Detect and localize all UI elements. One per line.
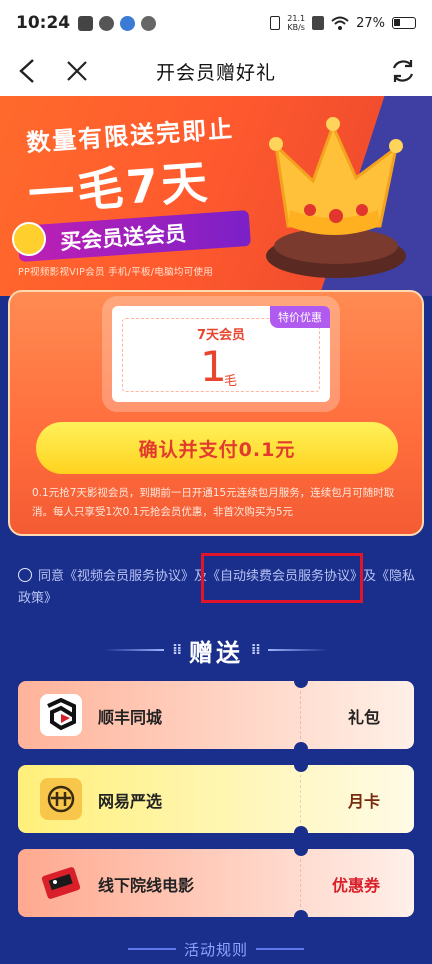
crown-icon [266,117,406,278]
gift-card-sf[interactable]: 顺丰同城 礼包 [18,674,414,756]
vibrate-icon [270,16,281,30]
rules-line-right [256,948,304,950]
close-button[interactable] [60,54,94,88]
card-perforation [300,691,301,739]
gift-name: 顺丰同城 [98,708,163,727]
confirm-pay-button[interactable]: 确认并支付0.1元 [36,422,398,474]
close-icon [67,61,87,81]
status-time: 10:24 [16,13,71,33]
back-button[interactable] [10,54,44,88]
refresh-button[interactable] [386,54,420,88]
rules-label: 活动规则 [183,940,248,959]
offer-unit: 毛 [224,374,238,389]
offer-name: 7天会员 [196,328,246,343]
highlight-box [201,553,363,603]
gift-name: 网易严选 [98,792,163,811]
heading-line-left [104,649,165,651]
banner-note: PP视频影视VIP会员 手机/平板/电脑均可使用 [18,267,214,278]
heading-bars-right-icon: ⁞⁞ [251,642,261,658]
chat-icon [141,15,157,31]
sim-icon [312,16,325,30]
app-icon [120,15,136,31]
offer-panel: 特价优惠 7天会员 1 毛 确认并支付0.1元 0.1元抢7天影视会员，到期前一… [8,290,424,536]
back-arrow-icon [19,59,34,83]
sf-logo-icon [40,694,82,736]
card-notch [294,674,308,688]
promo-banner: 数量有限送完即止 一毛7天 买会员送会员 PP视频影视VIP会员 手机/平板/电… [0,96,432,296]
card-notch [294,910,308,924]
heading-line-right [267,649,328,651]
gift-heading-text: 赠送 [189,638,243,667]
rules-line-left [127,948,176,950]
battery-icon [392,17,416,29]
gift-kind: 月卡 [347,792,380,811]
status-bar: 10:24 21.1 KB/s 27% [0,0,432,46]
card-perforation [300,859,301,907]
movie-ticket-icon [40,862,82,904]
heading-bars-left-icon: ⁞⁞ [172,642,182,658]
card-perforation [300,775,301,823]
net-speed: 21.1 KB/s [287,14,306,32]
wifi-icon [331,16,349,30]
page-title: 开会员赠好礼 [155,61,276,84]
card-notch [294,842,308,856]
banner-headline: 一毛7天 [26,154,212,222]
agree-radio[interactable] [18,568,32,582]
gift-heading: ⁞⁞ 赠送 ⁞⁞ [0,632,432,668]
heart-eyes-emoji-icon [12,222,46,256]
card-notch [294,758,308,772]
offer-amount: 1 [200,342,227,391]
activity-rules-link[interactable]: 活动规则 [0,936,432,962]
battery-level: 27% [356,15,385,31]
gift-card-movie[interactable]: 线下院线电影 优惠券 [18,842,414,924]
offer-description: 0.1元抢7天影视会员，到期前一日开通15元连续包月服务，连续包月可随时取消。每… [32,487,395,518]
card-notch [294,742,308,756]
notification-icon [78,15,94,31]
yanxuan-logo-icon [40,778,82,820]
gift-kind: 优惠券 [331,876,380,895]
offer-ticket[interactable]: 特价优惠 7天会员 1 毛 [112,306,330,402]
gift-kind: 礼包 [347,708,380,727]
nav-bar: 开会员赠好礼 [0,46,432,96]
gift-name: 线下院线电影 [98,876,195,895]
refresh-icon [392,60,414,82]
card-notch [294,826,308,840]
gift-card-yanxuan[interactable]: 网易严选 月卡 [18,758,414,840]
message-icon [99,15,115,31]
